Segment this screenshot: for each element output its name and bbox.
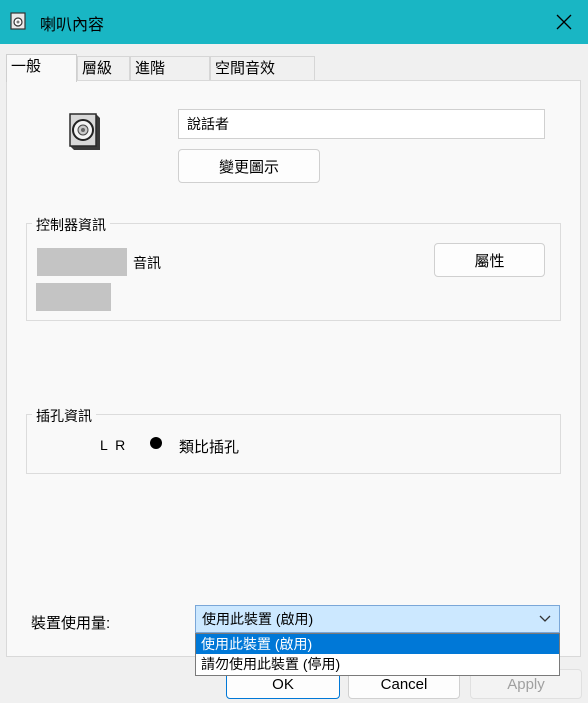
title-bar: 喇叭內容	[0, 0, 588, 44]
tab-spatial-sound[interactable]: 空間音效	[210, 56, 315, 80]
jack-channels: L R	[100, 437, 128, 453]
tab-strip: 一般 層級 進階 空間音效	[0, 54, 588, 82]
device-usage-selected: 使用此裝置 (啟用)	[202, 611, 314, 627]
controller-type-text: 音訊	[133, 255, 161, 271]
close-button[interactable]	[540, 0, 588, 44]
device-usage-dropdown[interactable]: 使用此裝置 (啟用) 請勿使用此裝置 (停用)	[195, 633, 560, 676]
speaker-device-icon	[69, 113, 100, 150]
window-title: 喇叭內容	[40, 17, 105, 34]
device-name-input[interactable]	[178, 109, 545, 139]
tab-advanced[interactable]: 進階	[130, 56, 210, 80]
tab-general[interactable]: 一般	[6, 54, 77, 82]
chevron-down-icon	[539, 615, 551, 622]
jack-type: 類比插孔	[179, 439, 240, 456]
redacted-controller-detail	[36, 283, 111, 311]
device-usage-label: 裝置使用量:	[31, 615, 111, 632]
close-icon	[556, 14, 572, 30]
properties-button[interactable]: 屬性	[434, 243, 545, 277]
device-usage-select[interactable]: 使用此裝置 (啟用)	[195, 605, 560, 633]
dropdown-option-disable[interactable]: 請勿使用此裝置 (停用)	[196, 654, 559, 674]
speaker-icon	[10, 12, 26, 30]
jack-color-dot	[150, 437, 162, 449]
dropdown-option-enable[interactable]: 使用此裝置 (啟用)	[196, 634, 559, 654]
redacted-controller-name	[37, 248, 127, 276]
tab-levels[interactable]: 層級	[77, 56, 130, 80]
change-icon-button[interactable]: 變更圖示	[178, 149, 320, 183]
controller-info-heading: 控制器資訊	[32, 215, 110, 235]
jack-info-heading: 插孔資訊	[32, 406, 96, 426]
